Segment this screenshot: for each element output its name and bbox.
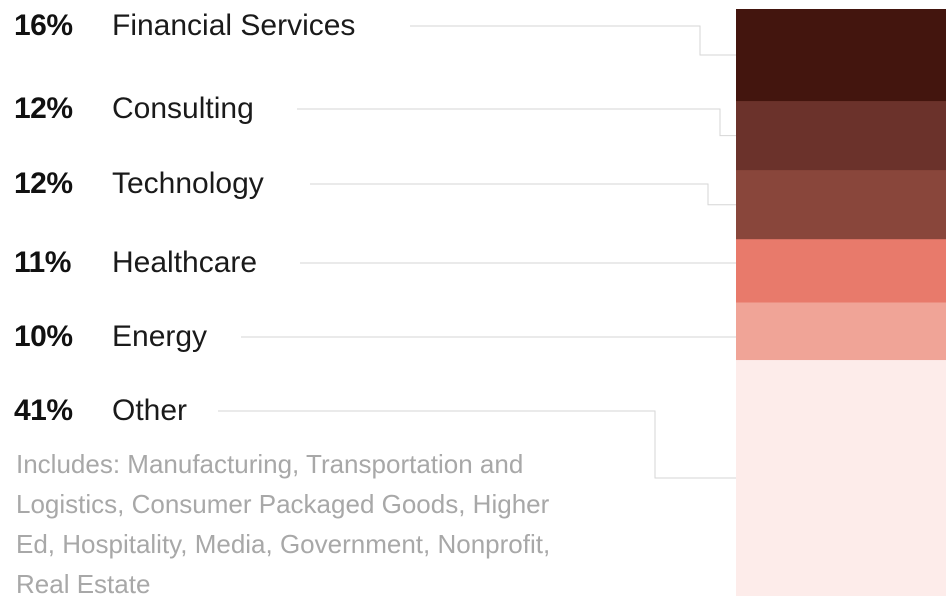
label-percent: 41% bbox=[14, 394, 73, 427]
label-category: Financial Services bbox=[112, 9, 356, 42]
legend-row-energy: 10% Energy bbox=[14, 317, 207, 357]
bar-segment-technology bbox=[736, 170, 946, 240]
legend-row-consulting: 12% Consulting bbox=[14, 89, 254, 129]
leader-line-consulting bbox=[297, 108, 763, 137]
label-category: Other bbox=[112, 394, 188, 427]
leader-line-technology bbox=[310, 183, 763, 206]
leader-line-financial-services bbox=[410, 25, 763, 56]
label-category: Healthcare bbox=[112, 246, 258, 279]
legend-row-financial-services: 16% Financial Services bbox=[14, 6, 355, 46]
legend-row-technology: 12% Technology bbox=[14, 164, 264, 204]
bar-segment-other bbox=[736, 360, 946, 596]
label-percent: 12% bbox=[14, 92, 73, 125]
label-category: Technology bbox=[112, 167, 264, 200]
label-category: Consulting bbox=[112, 92, 254, 125]
label-percent: 11% bbox=[14, 246, 71, 279]
bar-segment-healthcare bbox=[736, 239, 946, 303]
label-percent: 12% bbox=[14, 167, 73, 200]
other-includes-note: Includes: Manufacturing, Transportation … bbox=[16, 449, 551, 599]
label-category: Energy bbox=[112, 320, 208, 353]
label-percent: 10% bbox=[14, 320, 73, 353]
bar-segment-financial-services bbox=[736, 9, 946, 102]
bar-segment-energy bbox=[736, 302, 946, 361]
bar-segment-consulting bbox=[736, 101, 946, 171]
legend-row-healthcare: 11% Healthcare bbox=[14, 243, 257, 283]
stacked-bar bbox=[736, 9, 946, 596]
leader-lines bbox=[218, 25, 763, 479]
legend-row-other: 41% Other bbox=[14, 391, 187, 431]
label-percent: 16% bbox=[14, 9, 73, 42]
industry-breakdown-chart: 16% Financial Services 12% Consulting 12… bbox=[0, 0, 946, 599]
